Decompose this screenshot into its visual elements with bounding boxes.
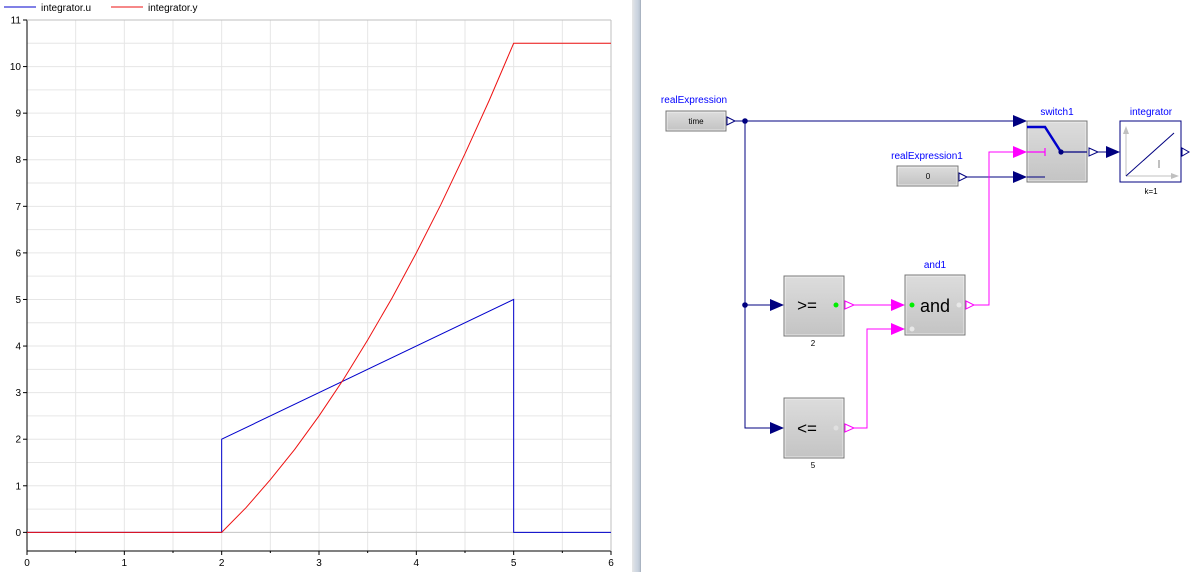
- greater-equal-symbol: >=: [797, 296, 817, 315]
- y-tick-label: 9: [15, 109, 21, 120]
- switch1-label: switch1: [1040, 107, 1074, 118]
- x-tick-label: 0: [24, 558, 30, 569]
- x-tick-label: 6: [608, 558, 614, 569]
- greater-equal-output-indicator: [833, 302, 839, 308]
- y-tick-label: 0: [15, 528, 21, 539]
- switch1-output-port[interactable]: [1088, 147, 1100, 157]
- and1-block[interactable]: and1 and: [891, 260, 976, 336]
- pane-splitter[interactable]: [632, 0, 641, 572]
- less-equal-output-port[interactable]: [844, 423, 856, 433]
- switch1-input-u1[interactable]: [1013, 115, 1027, 127]
- x-tick-label: 4: [414, 558, 420, 569]
- realExpression1-label: realExpression1: [891, 151, 963, 162]
- less-equal-block[interactable]: <= 5: [770, 397, 856, 470]
- greater-equal-output-port[interactable]: [844, 300, 856, 310]
- y-tick-label: 10: [10, 62, 22, 73]
- switch1-input-u3[interactable]: [1013, 171, 1027, 183]
- realExpression-block[interactable]: realExpression time: [661, 95, 737, 132]
- realExpression-output-port[interactable]: [726, 116, 737, 126]
- integrator-param: k=1: [1144, 187, 1158, 196]
- and1-input-port-1[interactable]: [891, 299, 905, 311]
- y-tick-label: 5: [15, 295, 21, 306]
- plot-pane[interactable]: integrator.u integrator.y 0 1 2 3 4 5 6 0 1 2 3 4 5 6…: [0, 0, 632, 572]
- integrator-output-port[interactable]: [1181, 147, 1191, 157]
- legend-label-y: integrator.y: [148, 3, 197, 14]
- integrator-label: integrator: [1130, 107, 1173, 118]
- and1-input-indicator-1: [909, 302, 915, 308]
- switch1-input-u2[interactable]: [1013, 146, 1027, 158]
- greater-equal-param: 2: [811, 339, 816, 348]
- x-tick-label: 2: [219, 558, 225, 569]
- realExpression1-value: 0: [926, 172, 931, 181]
- y-tick-label: 7: [15, 202, 21, 213]
- switch1-block[interactable]: switch1: [1013, 107, 1100, 183]
- x-tick-label: 5: [511, 558, 517, 569]
- and1-label: and1: [924, 260, 947, 271]
- y-tick-label: 4: [15, 342, 21, 353]
- and1-symbol: and: [920, 296, 950, 316]
- y-tick-label: 8: [15, 155, 21, 166]
- and1-output-indicator: [956, 302, 962, 308]
- and1-output-port[interactable]: [965, 300, 976, 310]
- diagram-pane[interactable]: realExpression time realExpression1 0 sw…: [641, 0, 1200, 572]
- realExpression1-output-port[interactable]: [958, 172, 969, 182]
- legend: integrator.u integrator.y: [4, 3, 197, 14]
- y-tick-label: 6: [15, 248, 21, 259]
- y-tick-label: 2: [15, 435, 21, 446]
- realExpression-label: realExpression: [661, 95, 727, 106]
- less-equal-param: 5: [811, 461, 816, 470]
- x-tick-label: 1: [122, 558, 128, 569]
- and1-input-indicator-2: [909, 326, 915, 332]
- and1-input-port-2[interactable]: [891, 323, 905, 335]
- less-equal-input-port[interactable]: [770, 422, 784, 434]
- realExpression-value: time: [688, 117, 704, 126]
- y-tick-label: 1: [15, 481, 21, 492]
- plot-area[interactable]: integrator.u integrator.y 0 1 2 3 4 5 6 0 1 2 3 4 5 6…: [0, 0, 632, 572]
- plot-grid: [26, 19, 612, 552]
- realExpression1-block[interactable]: realExpression1 0: [891, 151, 969, 187]
- legend-label-u: integrator.u: [41, 3, 91, 14]
- greater-equal-input-port[interactable]: [770, 299, 784, 311]
- integrator-input-port[interactable]: [1106, 146, 1120, 158]
- x-tick-label: 3: [316, 558, 322, 569]
- less-equal-output-indicator: [833, 425, 839, 431]
- diagram-canvas[interactable]: realExpression time realExpression1 0 sw…: [641, 0, 1200, 572]
- integrator-block[interactable]: integrator k=1: [1106, 107, 1191, 196]
- y-tick-label: 3: [15, 388, 21, 399]
- greater-equal-block[interactable]: >= 2: [770, 275, 856, 348]
- less-equal-symbol: <=: [797, 419, 817, 438]
- y-tick-label: 11: [11, 16, 22, 27]
